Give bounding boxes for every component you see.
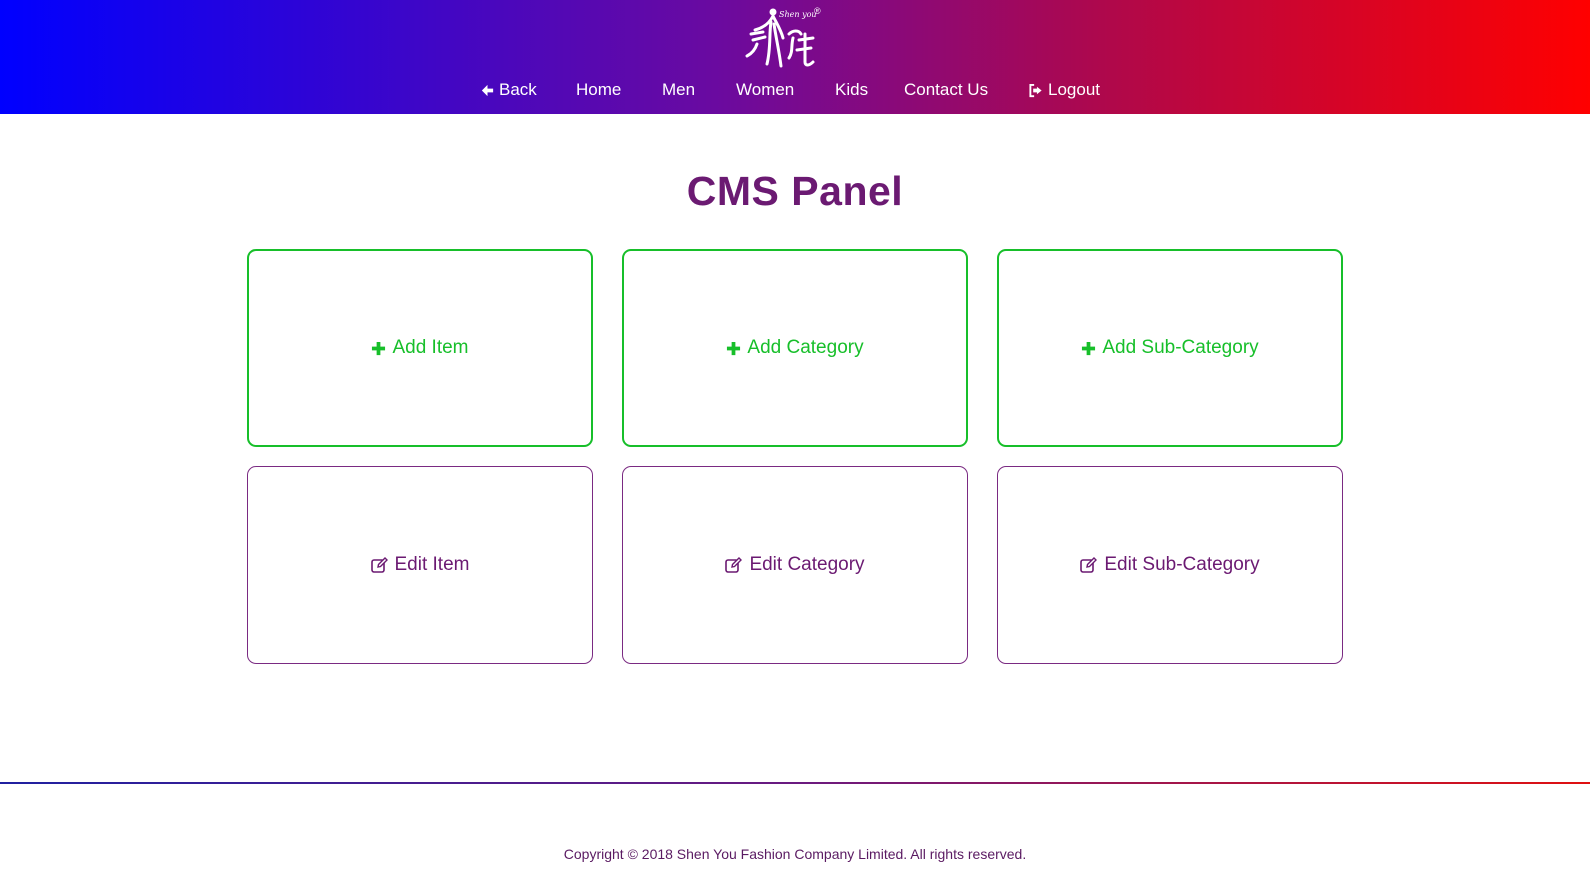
plus-icon — [1082, 341, 1096, 355]
footer-divider — [0, 782, 1590, 784]
card-label: Add Item — [392, 337, 469, 358]
nav-label: Women — [736, 80, 795, 99]
card-label: Add Sub-Category — [1102, 337, 1259, 358]
nav-women[interactable]: Women — [736, 78, 794, 102]
shenyou-logo-icon[interactable]: Shen you ® — [743, 4, 827, 74]
copyright-text: Copyright © 2018 Shen You Fashion Compan… — [563, 846, 1027, 862]
nav-logout[interactable]: Logout — [1028, 78, 1100, 102]
sign-out-icon — [1029, 83, 1042, 97]
nav-contact-us[interactable]: Contact Us — [904, 78, 988, 102]
page-title: CMS Panel — [686, 168, 904, 214]
nav-label: Back — [499, 80, 537, 99]
nav-back[interactable]: Back — [480, 78, 537, 102]
nav-kids[interactable]: Kids — [835, 78, 868, 102]
card-label: Add Category — [747, 337, 864, 358]
card-label: Edit Sub-Category — [1104, 554, 1260, 575]
nav-label: Men — [662, 80, 696, 99]
add-item-button[interactable]: Add Item — [247, 249, 593, 447]
edit-icon — [725, 557, 743, 573]
plus-icon — [727, 341, 741, 355]
nav-label: Logout — [1048, 80, 1100, 99]
arrow-left-icon — [481, 84, 494, 96]
card-label: Edit Category — [749, 554, 865, 575]
add-category-button[interactable]: Add Category — [622, 249, 968, 447]
add-sub-category-button[interactable]: Add Sub-Category — [997, 249, 1343, 447]
nav-home[interactable]: Home — [576, 78, 621, 102]
edit-sub-category-button[interactable]: Edit Sub-Category — [997, 466, 1343, 664]
edit-icon — [1080, 557, 1098, 573]
registered-mark: ® — [814, 6, 821, 16]
nav-label: Contact Us — [904, 80, 989, 99]
edit-icon — [370, 557, 388, 573]
nav-label: Kids — [835, 80, 869, 99]
nav-men[interactable]: Men — [662, 78, 695, 102]
edit-item-button[interactable]: Edit Item — [247, 466, 593, 664]
site-header: Shen you ® Back Home Men Women Kids Cont… — [0, 0, 1590, 114]
logo-tagline: Shen you — [779, 10, 817, 19]
edit-category-button[interactable]: Edit Category — [622, 466, 968, 664]
plus-icon — [372, 341, 386, 355]
card-label: Edit Item — [394, 554, 470, 575]
nav-label: Home — [576, 80, 622, 99]
main-nav: Back Home Men Women Kids Contact Us Logo… — [0, 78, 1590, 104]
